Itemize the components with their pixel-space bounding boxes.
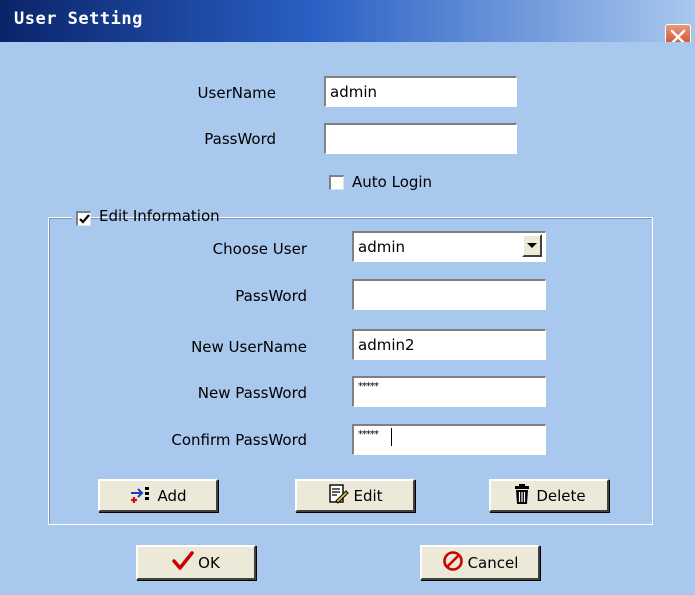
edit-information-label: Edit Information xyxy=(99,207,220,225)
edit-document-icon xyxy=(327,483,350,509)
choose-user-label: Choose User xyxy=(212,240,307,258)
confirm-password-input[interactable]: ***** xyxy=(352,424,546,455)
new-username-label: New UserName xyxy=(191,338,307,356)
password-input[interactable] xyxy=(324,123,517,154)
trash-icon xyxy=(512,483,532,509)
chevron-down-icon xyxy=(527,243,537,248)
checkmark-icon xyxy=(79,214,90,224)
username-label: UserName xyxy=(197,84,276,102)
auto-login-checkbox[interactable] xyxy=(329,175,344,190)
password-label: PassWord xyxy=(204,130,276,148)
edit-password-input[interactable] xyxy=(352,279,546,310)
edit-information-legend: Edit Information xyxy=(72,205,220,227)
delete-button-label: Delete xyxy=(536,486,586,505)
cancel-button-label: Cancel xyxy=(467,553,519,572)
checkmark-icon xyxy=(172,550,194,575)
edit-button-label: Edit xyxy=(353,486,383,505)
add-button[interactable]: Add xyxy=(98,479,218,512)
edit-password-label: PassWord xyxy=(235,287,307,305)
ok-button[interactable]: OK xyxy=(136,545,256,580)
text-cursor xyxy=(391,428,392,446)
window-title: User Setting xyxy=(14,9,143,29)
prohibited-icon xyxy=(442,550,464,576)
choose-user-select[interactable]: admin xyxy=(352,231,546,262)
new-password-label: New PassWord xyxy=(197,384,307,402)
edit-information-checkbox[interactable] xyxy=(76,211,91,226)
edit-button[interactable]: Edit xyxy=(295,479,415,512)
cancel-button[interactable]: Cancel xyxy=(420,545,540,580)
delete-button[interactable]: Delete xyxy=(489,479,609,512)
new-password-input[interactable]: ***** xyxy=(352,376,546,407)
add-user-icon xyxy=(129,484,153,508)
confirm-password-label: Confirm PassWord xyxy=(171,431,307,449)
add-button-label: Add xyxy=(157,486,187,505)
title-bar: User Setting xyxy=(0,0,695,42)
ok-button-label: OK xyxy=(198,553,220,572)
new-username-input[interactable]: admin2 xyxy=(352,329,546,360)
auto-login-label: Auto Login xyxy=(352,173,433,191)
username-input[interactable]: admin xyxy=(324,76,517,107)
choose-user-dropdown-button[interactable] xyxy=(522,234,542,257)
